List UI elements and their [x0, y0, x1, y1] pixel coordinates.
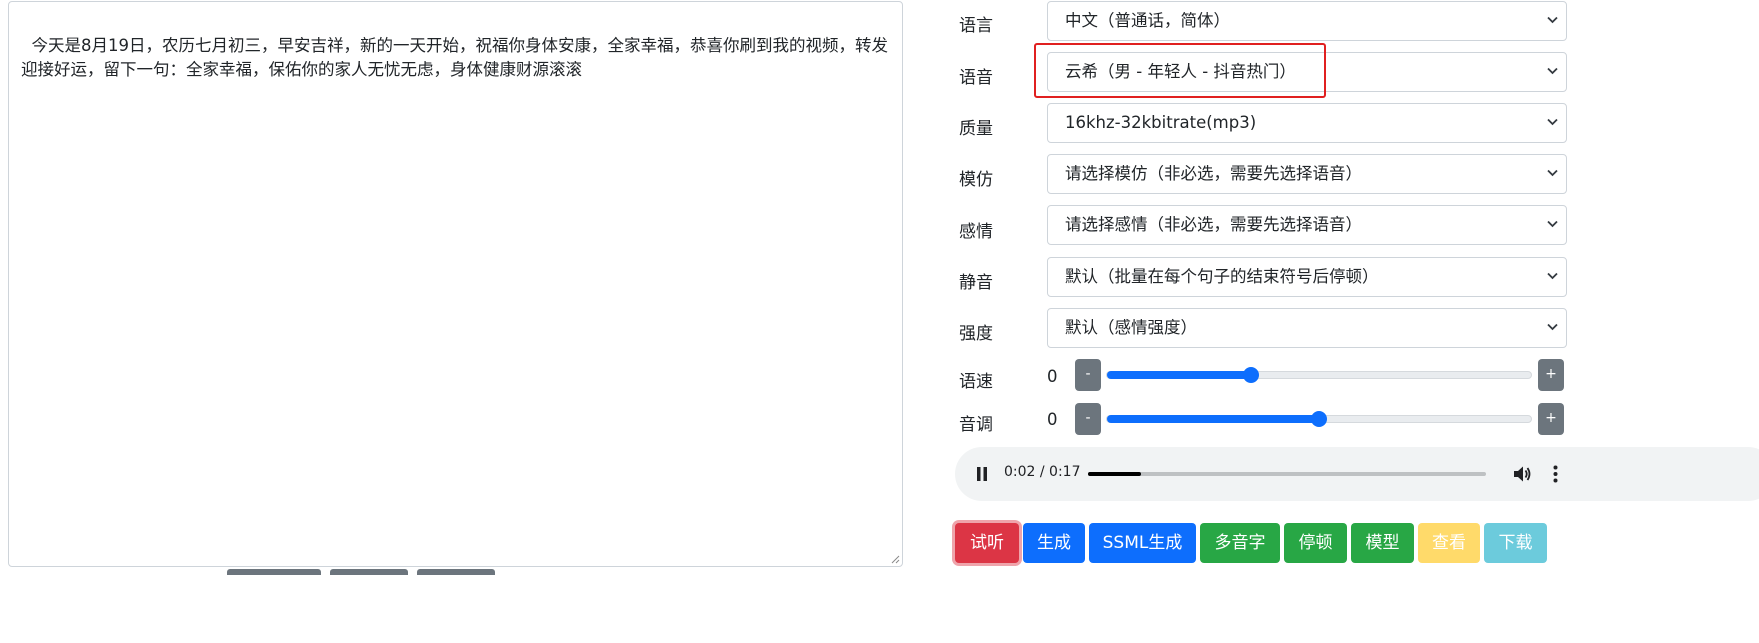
rate-increment-button[interactable]: +: [1538, 359, 1564, 391]
view-button[interactable]: 查看: [1418, 523, 1480, 563]
imitate-select-value: 请选择模仿（非必选，需要先选择语音）: [1065, 164, 1362, 183]
audio-progress-fill: [1088, 472, 1141, 476]
intensity-select[interactable]: 默认（感情强度）: [1047, 308, 1567, 348]
chevron-down-icon: [1547, 118, 1558, 126]
intensity-select-value: 默认（感情强度）: [1065, 318, 1197, 337]
quality-select-value: 16khz-32kbitrate(mp3): [1065, 113, 1257, 132]
chevron-down-icon: [1547, 16, 1558, 24]
model-button[interactable]: 模型: [1351, 523, 1414, 563]
pitch-slider[interactable]: [1106, 411, 1532, 427]
download-button[interactable]: 下载: [1484, 523, 1547, 563]
imitate-select[interactable]: 请选择模仿（非必选，需要先选择语音）: [1047, 154, 1567, 194]
voice-select[interactable]: 云希（男 - 年轻人 - 抖音热门）: [1047, 52, 1567, 92]
chevron-down-icon: [1547, 220, 1558, 228]
audio-player[interactable]: 0:02 / 0:17: [955, 447, 1759, 501]
language-label: 语言: [959, 16, 993, 36]
silence-select-value: 默认（批量在每个句子的结束符号后停顿）: [1065, 267, 1379, 286]
rate-slider-thumb[interactable]: [1243, 367, 1260, 383]
generate-button[interactable]: 生成: [1023, 523, 1085, 563]
rate-slider-fill: [1107, 371, 1252, 379]
preview-button[interactable]: 试听: [955, 523, 1019, 563]
quality-select[interactable]: 16khz-32kbitrate(mp3): [1047, 103, 1567, 143]
ssml-generate-button[interactable]: SSML生成: [1089, 523, 1196, 563]
voice-select-value: 云希（男 - 年轻人 - 抖音热门）: [1065, 62, 1296, 81]
pause-icon[interactable]: [975, 466, 989, 482]
quality-label: 质量: [959, 119, 993, 139]
text-input[interactable]: 今天是8月19日，农历七月初三，早安吉祥，新的一天开始，祝福你身体安康，全家幸福…: [8, 1, 903, 567]
pause-button[interactable]: 停顿: [1284, 523, 1347, 563]
polyphone-button[interactable]: 多音字: [1200, 523, 1280, 563]
intensity-label: 强度: [959, 324, 993, 344]
more-vert-icon[interactable]: [1553, 465, 1558, 483]
volume-icon[interactable]: [1513, 465, 1532, 483]
pitch-slider-thumb[interactable]: [1311, 411, 1327, 427]
emotion-select-value: 请选择感情（非必选，需要先选择语音）: [1065, 215, 1362, 234]
resize-grip-icon[interactable]: [890, 554, 900, 564]
rate-decrement-button[interactable]: -: [1075, 359, 1101, 391]
chevron-down-icon: [1547, 323, 1558, 331]
hidden-button-1[interactable]: [227, 569, 321, 575]
pitch-slider-fill: [1107, 415, 1319, 423]
pitch-decrement-button[interactable]: -: [1075, 403, 1101, 435]
hidden-button-2[interactable]: [330, 569, 408, 575]
pitch-value: 0: [1047, 410, 1058, 429]
silence-label: 静音: [959, 273, 993, 293]
emotion-label: 感情: [959, 222, 993, 242]
audio-time: 0:02 / 0:17: [1004, 464, 1081, 480]
rate-label: 语速: [959, 372, 993, 392]
language-select-value: 中文（普通话，简体）: [1065, 11, 1230, 30]
audio-progress-track[interactable]: [1088, 472, 1486, 476]
rate-value: 0: [1047, 367, 1058, 386]
emotion-select[interactable]: 请选择感情（非必选，需要先选择语音）: [1047, 205, 1567, 245]
text-input-content: 今天是8月19日，农历七月初三，早安吉祥，新的一天开始，祝福你身体安康，全家幸福…: [21, 36, 888, 79]
voice-label: 语音: [959, 68, 993, 88]
pitch-label: 音调: [959, 415, 993, 435]
chevron-down-icon: [1547, 169, 1558, 177]
imitate-label: 模仿: [959, 170, 993, 190]
silence-select[interactable]: 默认（批量在每个句子的结束符号后停顿）: [1047, 257, 1567, 297]
chevron-down-icon: [1547, 272, 1558, 280]
rate-slider[interactable]: [1106, 367, 1532, 383]
language-select[interactable]: 中文（普通话，简体）: [1047, 1, 1567, 41]
chevron-down-icon: [1547, 67, 1558, 75]
hidden-button-3[interactable]: [417, 569, 495, 575]
pitch-increment-button[interactable]: +: [1538, 403, 1564, 435]
